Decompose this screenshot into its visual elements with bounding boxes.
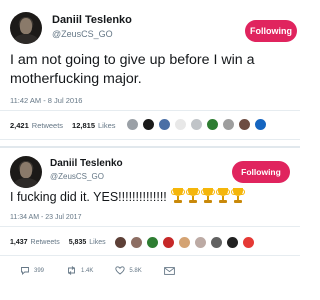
likes-count[interactable]: 12,815 [72, 121, 95, 130]
handle[interactable]: @ZeusCS_GO [52, 29, 113, 39]
liker-avatars [114, 236, 258, 249]
handle[interactable]: @ZeusCS_GO [50, 172, 104, 181]
tweet-divider [0, 146, 300, 148]
reply-icon [21, 267, 29, 275]
avatar[interactable] [10, 12, 42, 44]
direct-message-button[interactable] [163, 266, 179, 275]
liker-avatar[interactable] [114, 236, 127, 249]
engagement-stats: 1,437 Retweets 5,835 Likes [10, 239, 115, 246]
reply-count: 399 [34, 267, 45, 274]
liker-avatar[interactable] [190, 118, 203, 131]
retweets-label[interactable]: Retweets [31, 239, 60, 246]
likes-label[interactable]: Likes [89, 239, 105, 246]
retweet-count: 1.4K [81, 267, 94, 274]
liker-avatar[interactable] [178, 236, 191, 249]
trophy-emoji [186, 188, 201, 204]
liker-avatars [126, 118, 270, 131]
timestamp[interactable]: 11:34 AM - 23 Jul 2017 [10, 214, 81, 221]
liker-avatar[interactable] [126, 118, 139, 131]
liker-avatar[interactable] [146, 236, 159, 249]
avatar[interactable] [10, 156, 42, 188]
like-button[interactable]: 5.8K [115, 266, 142, 275]
liker-avatar[interactable] [238, 118, 251, 131]
trophy-emoji [171, 188, 186, 204]
retweets-count[interactable]: 2,421 [10, 121, 29, 130]
liker-avatar[interactable] [242, 236, 255, 249]
tweet-text-line-1: I am not going to give up before I win a [10, 52, 255, 68]
liker-avatar[interactable] [158, 118, 171, 131]
like-count: 5.8K [129, 267, 142, 274]
retweet-icon [68, 266, 75, 275]
retweets-label[interactable]: Retweets [32, 121, 63, 130]
tweet-text: I fucking did it. YES!!!!!!!!!!!!!! [10, 188, 246, 205]
likes-label[interactable]: Likes [98, 121, 116, 130]
reply-button[interactable]: 399 [20, 266, 44, 275]
tweet-actions: 399 1.4K 5.8K [20, 266, 201, 275]
divider [0, 110, 300, 111]
divider [0, 226, 300, 227]
retweet-button[interactable]: 1.4K [66, 266, 93, 275]
following-button[interactable]: Following [232, 161, 290, 183]
liker-avatar[interactable] [174, 118, 187, 131]
liker-avatar[interactable] [206, 118, 219, 131]
liker-avatar[interactable] [254, 118, 267, 131]
display-name[interactable]: Daniil Teslenko [50, 158, 123, 169]
tweet-1: Daniil Teslenko @ZeusCS_GO Following I a… [0, 0, 300, 148]
divider [0, 139, 300, 140]
likes-count[interactable]: 5,835 [69, 239, 87, 246]
envelope-icon [163, 266, 175, 275]
liker-avatar[interactable] [194, 236, 207, 249]
liker-avatar[interactable] [210, 236, 223, 249]
tweet-text-body: I fucking did it. YES!!!!!!!!!!!!!! [10, 190, 167, 204]
liker-avatar[interactable] [226, 236, 239, 249]
heart-icon [115, 266, 126, 275]
liker-avatar[interactable] [162, 236, 175, 249]
liker-avatar[interactable] [130, 236, 143, 249]
trophy-emoji [231, 188, 246, 204]
liker-avatar[interactable] [142, 118, 155, 131]
liker-avatar[interactable] [222, 118, 235, 131]
timestamp[interactable]: 11:42 AM - 8 Jul 2016 [10, 96, 82, 105]
trophy-emojis [170, 188, 246, 204]
following-button[interactable]: Following [245, 20, 297, 42]
retweets-count[interactable]: 1,437 [10, 239, 28, 246]
display-name[interactable]: Daniil Teslenko [52, 14, 132, 26]
divider [0, 255, 300, 256]
trophy-emoji [201, 188, 216, 204]
tweet-text-line-2: motherfucking major. [10, 71, 142, 87]
trophy-emoji [216, 188, 231, 204]
engagement-stats: 2,421 Retweets 12,815 Likes [10, 121, 125, 130]
